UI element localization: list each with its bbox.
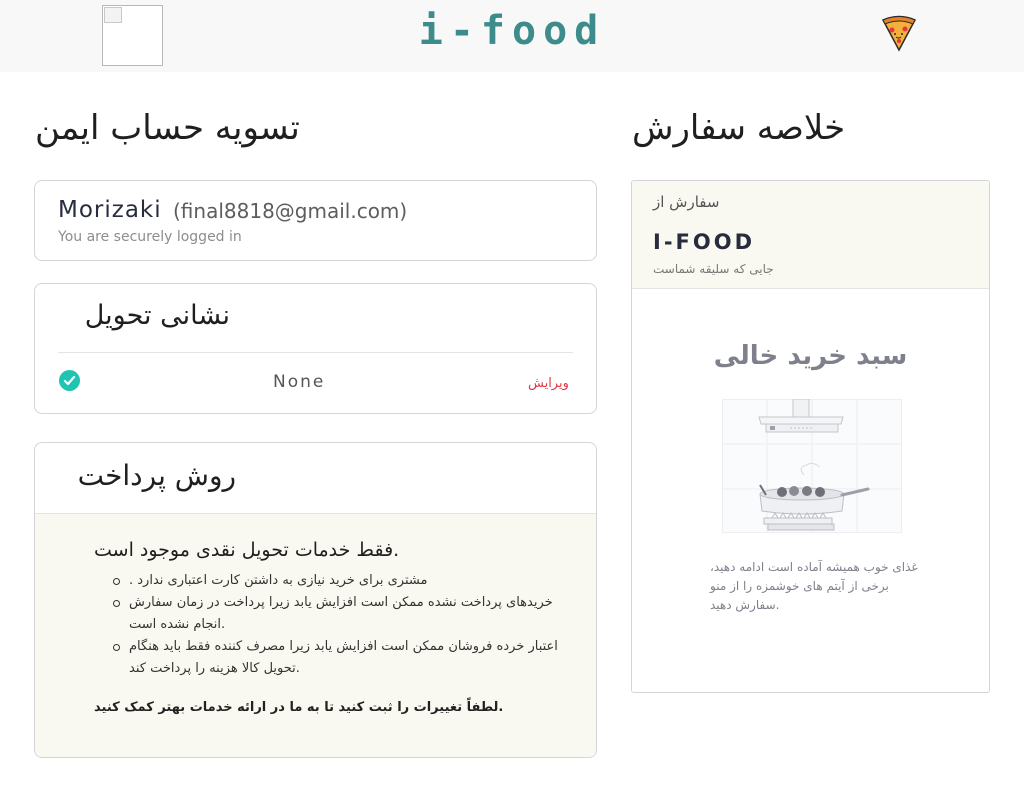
order-from-label: سفارش از	[653, 193, 720, 211]
payment-points: . مشتری برای خرید نیازی به داشتن کارت اع…	[111, 570, 571, 680]
list-item: خریدهای پرداخت نشده ممکن است افزایش یابد…	[111, 592, 571, 636]
user-email: (final8818@gmail.com)	[173, 199, 408, 223]
order-summary-title: خلاصه سفارش	[632, 108, 846, 148]
delivery-address-card: نشانی تحویل None ویرایش	[34, 283, 597, 414]
edit-address-link[interactable]: ویرایش	[528, 376, 569, 391]
delivery-address-title: نشانی تحویل	[84, 300, 230, 331]
restaurant-tagline: جایی که سلیقه شماست	[653, 262, 774, 276]
delivery-address-value: None	[273, 372, 326, 392]
divider	[58, 352, 573, 353]
login-status: You are securely logged in	[58, 229, 242, 245]
payment-heading: فقط خدمات تحویل نقدی موجود است.	[94, 539, 400, 561]
payment-info-panel: فقط خدمات تحویل نقدی موجود است. . مشتری …	[35, 513, 596, 757]
empty-kitchen-illustration	[722, 399, 902, 533]
restaurant-header: سفارش از I-FOOD جایی که سلیقه شماست	[632, 181, 989, 289]
order-summary-card: سفارش از I-FOOD جایی که سلیقه شماست سبد …	[631, 180, 990, 693]
user-name: Morizaki	[58, 197, 162, 223]
payment-footer-note: لطفاً تغییرات را ثبت کنید تا به ما در ار…	[94, 700, 504, 715]
app-logo[interactable]: i-food	[0, 8, 1024, 54]
checkout-title: تسویه حساب ایمن	[35, 108, 300, 148]
payment-method-title: روش پرداخت	[77, 459, 236, 492]
list-item: اعتبار خرده فروشان ممکن است افزایش یابد …	[111, 636, 571, 680]
user-card: Morizaki (final8818@gmail.com) You are s…	[34, 180, 597, 261]
payment-method-card: روش پرداخت فقط خدمات تحویل نقدی موجود اس…	[34, 442, 597, 758]
restaurant-name: I-FOOD	[653, 230, 756, 254]
pizza-icon[interactable]	[880, 14, 918, 52]
check-icon	[59, 370, 80, 391]
top-bar: i-food	[0, 0, 1024, 72]
list-item: . مشتری برای خرید نیازی به داشتن کارت اع…	[111, 570, 571, 592]
empty-cart-title: سبد خرید خالی	[713, 341, 908, 371]
empty-cart-message: غذای خوب همیشه آماده است ادامه دهید، برخ…	[710, 560, 918, 612]
